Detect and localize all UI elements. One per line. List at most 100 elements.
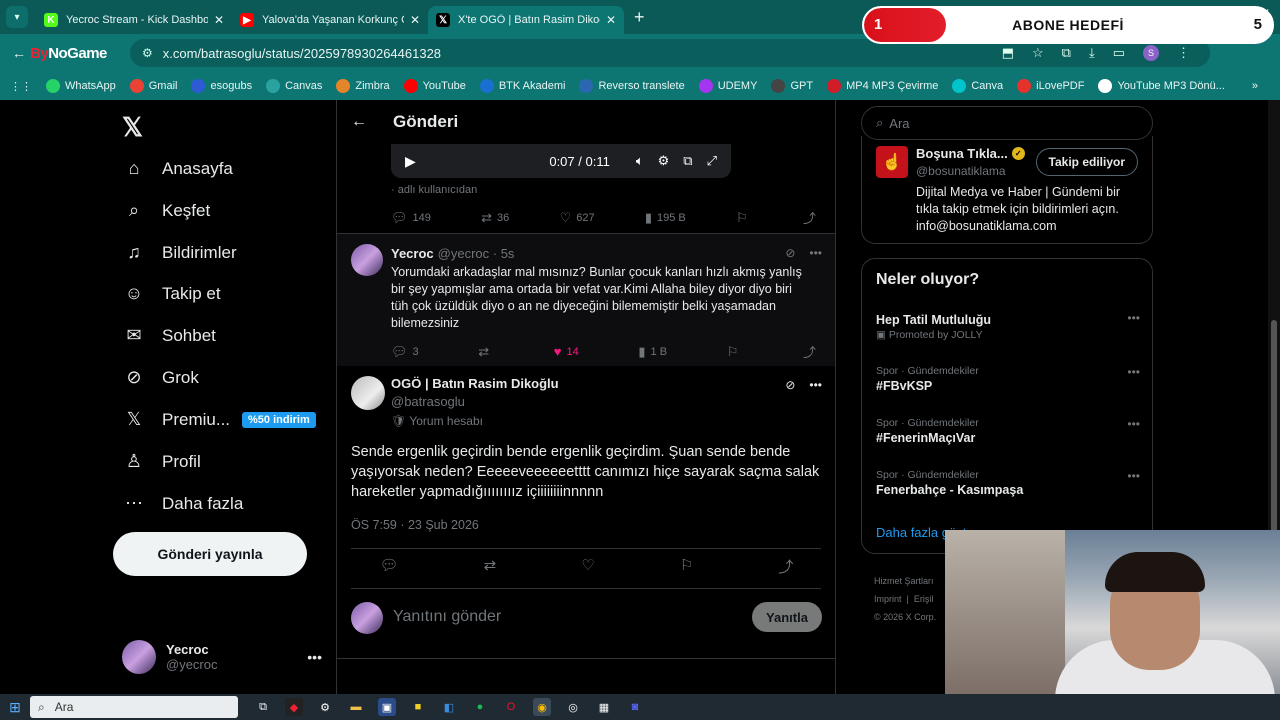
trend-more-icon[interactable]: •••: [1127, 365, 1140, 379]
browser-tab[interactable]: ▶ Yalova'da Yaşanan Korkunç Olay ✕: [232, 6, 428, 34]
nav-item[interactable]: ⌕ Keşfet: [122, 200, 210, 221]
photos-icon[interactable]: ◧: [440, 698, 458, 716]
reply-button[interactable]: Yanıtla: [752, 602, 822, 632]
reply-author[interactable]: Yecroc: [391, 246, 434, 261]
nav-item[interactable]: ♙ Profil: [122, 451, 201, 472]
bookmark-item[interactable]: iLovePDF: [1017, 79, 1084, 93]
x-logo-icon[interactable]: 𝕏: [122, 112, 143, 143]
trend-item[interactable]: Hep Tatil Mutluluğu ▣ Promoted by JOLLY ••…: [876, 311, 1140, 341]
like-action[interactable]: ♥ 14: [554, 344, 579, 359]
more-bookmarks-icon[interactable]: »: [1252, 80, 1258, 92]
account-switcher[interactable]: Yecroc @yecroc •••: [122, 640, 322, 674]
sidebar-icon[interactable]: ▭: [1113, 45, 1125, 61]
play-icon[interactable]: ▶: [405, 153, 416, 170]
bookmark-item[interactable]: Zimbra: [336, 79, 390, 93]
bookmark-item[interactable]: esogubs: [191, 79, 252, 93]
back-arrow-icon[interactable]: ←: [351, 113, 367, 131]
discord-icon[interactable]: ◙: [626, 698, 644, 716]
taskbar-search[interactable]: ⌕ Ara: [30, 696, 238, 718]
browser-tab[interactable]: 𝕏 X'te OGÖ | Batın Rasim Dikoğlu ✕: [428, 6, 624, 34]
url-text[interactable]: x.com/batrasoglu/status/2025978930264461…: [163, 46, 441, 61]
settings-icon[interactable]: ⚙: [658, 153, 670, 169]
bookmark-item[interactable]: Canvas: [266, 79, 322, 93]
menu-kebab-icon[interactable]: ⋮: [1177, 45, 1190, 61]
footer-accessibility-link[interactable]: Erişil: [914, 594, 934, 604]
views-action[interactable]: ▮ 1 B: [638, 344, 667, 360]
reply-input[interactable]: Yanıtını gönder: [393, 608, 501, 626]
avatar[interactable]: [351, 244, 383, 276]
reply-post[interactable]: Yecroc @yecroc · 5s ⊘ ••• Yorumdaki arkada…: [337, 234, 835, 366]
close-tab-icon[interactable]: ✕: [214, 13, 224, 27]
close-tab-icon[interactable]: ✕: [410, 13, 420, 27]
bookmark-item[interactable]: MP4 MP3 Çevirme: [827, 79, 938, 93]
tab-search-button[interactable]: ▾: [6, 6, 28, 28]
repost-action[interactable]: ⇄: [478, 344, 494, 360]
trend-item[interactable]: Spor · Gündemdekiler #FenerinMaçıVar •••: [876, 417, 1140, 445]
bosuna-tiklama-logo[interactable]: ☝: [876, 146, 908, 178]
file-explorer-icon[interactable]: ▬: [347, 698, 365, 716]
nav-item[interactable]: ☺ Takip et: [122, 283, 221, 304]
bookmark-icon[interactable]: ⚐: [680, 556, 693, 577]
following-button[interactable]: Takip ediliyor: [1035, 148, 1138, 176]
windows-start-icon[interactable]: ⊞: [0, 699, 30, 716]
post-author[interactable]: OGÖ | Batın Rasim Dikoğlu: [391, 376, 559, 391]
nav-item[interactable]: ⊘ Grok: [122, 367, 198, 388]
trend-more-icon[interactable]: •••: [1127, 417, 1140, 431]
trend-item[interactable]: Spor · Gündemdekiler Fenerbahçe - Kasımpa…: [876, 469, 1140, 497]
site-info-icon[interactable]: ⚙: [142, 46, 153, 60]
repost-icon[interactable]: ⇄: [484, 556, 497, 577]
nav-item[interactable]: ✉ Sohbet: [122, 325, 215, 346]
back-arrow-icon[interactable]: ←: [12, 45, 26, 61]
share-action[interactable]: ⤴: [803, 342, 821, 361]
bookmark-item[interactable]: YouTube: [403, 79, 466, 93]
app-icon[interactable]: ▣: [378, 698, 396, 716]
account-more-icon[interactable]: •••: [307, 649, 322, 665]
nav-item[interactable]: ♫ Bildirimler: [122, 242, 236, 263]
app-icon[interactable]: ◆: [285, 698, 303, 716]
extensions-icon[interactable]: ⧉: [1062, 45, 1071, 61]
share-action[interactable]: ⤴: [803, 208, 821, 227]
settings-icon[interactable]: ⚙: [316, 698, 334, 716]
bookmark-item[interactable]: Reverso translete: [579, 79, 685, 93]
nav-item[interactable]: ⋯ Daha fazla: [122, 493, 243, 514]
pip-icon[interactable]: ⧉: [683, 153, 692, 169]
more-icon[interactable]: •••: [809, 246, 822, 260]
bookmark-item[interactable]: GPT: [771, 79, 813, 93]
close-tab-icon[interactable]: ✕: [606, 13, 616, 27]
chrome-icon[interactable]: ◉: [533, 698, 551, 716]
share-icon[interactable]: ⤴: [778, 556, 793, 577]
footer-terms-link[interactable]: Hizmet Şartları: [874, 572, 936, 590]
app-grid-icon[interactable]: ▦: [595, 698, 613, 716]
bookmark-item[interactable]: YouTube MP3 Dönü...: [1098, 79, 1225, 93]
volume-icon[interactable]: 🔈︎: [636, 153, 644, 169]
reply-icon[interactable]: 💬︎: [380, 556, 399, 577]
trend-item[interactable]: Spor · Gündemdekiler #FBvKSP •••: [876, 365, 1140, 393]
search-input[interactable]: ⌕ Ara: [861, 106, 1153, 140]
trend-more-icon[interactable]: •••: [1127, 311, 1140, 325]
post-timestamp[interactable]: ÖS 7:59 · 23 Şub 2026: [351, 518, 479, 532]
opera-icon[interactable]: O: [502, 698, 520, 716]
download-icon[interactable]: ⤓: [1089, 45, 1095, 61]
task-view-icon[interactable]: ⧉: [254, 698, 272, 716]
grok-icon[interactable]: ⊘: [785, 246, 795, 260]
reply-action[interactable]: 💬︎ 3: [391, 344, 419, 360]
reply-action[interactable]: 💬︎ 149: [391, 210, 431, 226]
browser-tab[interactable]: K Yecroc Stream - Kick Dashboard ✕: [36, 6, 232, 34]
bookmark-item[interactable]: WhatsApp: [46, 79, 116, 93]
nav-item[interactable]: ⌂ Anasayfa: [122, 158, 233, 179]
notes-icon[interactable]: ■: [409, 698, 427, 716]
avatar[interactable]: [351, 376, 385, 410]
bookmark-item[interactable]: UDEMY: [698, 79, 757, 93]
trend-more-icon[interactable]: •••: [1127, 469, 1140, 483]
repost-action[interactable]: ⇄ 36: [481, 210, 509, 226]
account-name[interactable]: Boşuna Tıkla... ✓: [916, 146, 1025, 161]
post-button[interactable]: Gönderi yayınla: [113, 532, 307, 576]
bookmark-action[interactable]: ⚐: [727, 344, 744, 360]
install-app-icon[interactable]: ⬒: [1002, 45, 1014, 61]
new-tab-button[interactable]: +: [634, 7, 645, 28]
grok-icon[interactable]: ⊘: [785, 378, 795, 392]
views-action[interactable]: ▮ 195 B: [645, 210, 686, 226]
more-icon[interactable]: •••: [809, 378, 822, 392]
bookmark-item[interactable]: BTK Akademi: [479, 79, 565, 93]
footer-imprint-link[interactable]: Imprint: [874, 594, 902, 604]
